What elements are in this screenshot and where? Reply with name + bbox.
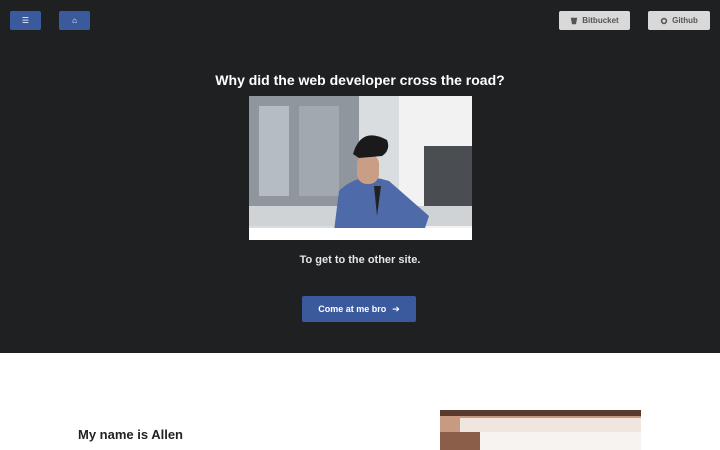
github-button[interactable]: Github: [648, 11, 710, 30]
hero-title: Why did the web developer cross the road…: [215, 72, 505, 88]
github-label: Github: [672, 16, 698, 25]
arrow-right-icon: ➔: [392, 303, 400, 314]
github-icon: [660, 17, 668, 24]
home-icon: ⌂: [72, 16, 77, 25]
about-photo: [440, 410, 641, 450]
hero-photo: [249, 96, 472, 240]
hero-punchline: To get to the other site.: [299, 254, 421, 266]
about-title: My name is Allen: [78, 427, 183, 442]
menu-button[interactable]: ☰: [10, 11, 41, 30]
bitbucket-label: Bitbucket: [582, 16, 619, 25]
hero-section: ☰ ⌂ Bitbucket Github Why did the web dev…: [0, 0, 720, 353]
come-at-me-button[interactable]: Come at me bro ➔: [302, 296, 416, 322]
bitbucket-button[interactable]: Bitbucket: [559, 11, 630, 30]
bitbucket-icon: [571, 17, 578, 24]
menu-icon: ☰: [21, 16, 30, 25]
home-button[interactable]: ⌂: [59, 11, 90, 30]
cta-label: Come at me bro: [318, 304, 387, 314]
